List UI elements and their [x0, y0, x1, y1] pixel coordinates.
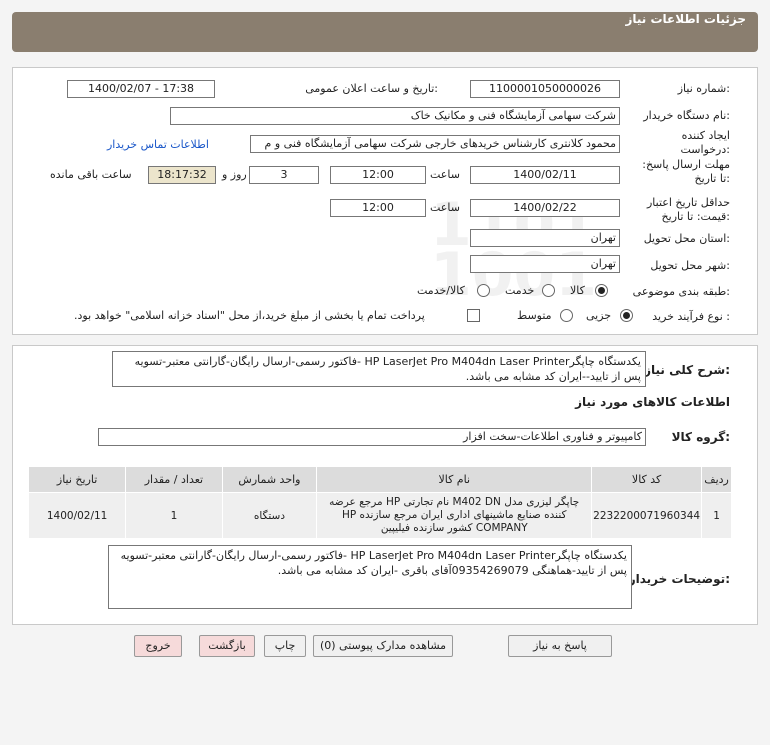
days-field: 3: [249, 166, 319, 184]
announce-label: تاریخ و ساعت اعلان عمومی:: [305, 82, 438, 95]
category-radio-service[interactable]: [542, 284, 555, 297]
cell-name: چاپگر لیزری مدل M402 DN نام تجارتی HP مر…: [316, 492, 593, 539]
col-unit: واحد شمارش: [221, 466, 318, 493]
reply-time-label: ساعت: [430, 168, 460, 181]
purchase-minor-label: جزیی: [586, 309, 612, 322]
purchase-medium-label: متوسط: [517, 309, 552, 322]
reply-time-field: 12:00: [330, 166, 426, 184]
buyer-contact-link[interactable]: اطلاعات تماس خریدار: [107, 138, 209, 151]
goods-group-field: کامپیوتر و فناوری اطلاعات-سخت افزار: [98, 428, 646, 446]
description-text: یکدستگاه چاپگرHP LaserJet Pro M404dn Las…: [112, 351, 646, 387]
buyer-notes-text: یکدستگاه چاپگرHP LaserJet Pro M404dn Las…: [108, 545, 632, 609]
reply-date-field: 1400/02/11: [470, 166, 620, 184]
col-name: نام کالا: [316, 466, 593, 493]
need-number-label: شماره نیاز:: [677, 82, 730, 95]
validity-date-field: 1400/02/22: [470, 199, 620, 217]
city-label: شهر محل تحویل:: [650, 259, 730, 272]
validity-time-label: ساعت: [430, 201, 460, 214]
days-label: روز و: [222, 168, 247, 181]
goods-section-title: اطلاعات کالاهای مورد نیاز: [575, 395, 730, 409]
category-goods-label: کالا: [570, 284, 585, 297]
need-number-field: 1100001050000026: [470, 80, 620, 98]
goods-table: ردیف کد کالا نام کالا واحد شمارش تعداد /…: [27, 466, 732, 539]
category-radio-both[interactable]: [477, 284, 490, 297]
province-field: تهران: [470, 229, 620, 247]
table-row: 1 2232200071960344 چاپگر لیزری مدل M402 …: [27, 492, 732, 539]
cell-index: 1: [701, 492, 732, 539]
purchase-type-label: نوع فرآیند خرید :: [652, 310, 730, 323]
cell-qty: 1: [125, 492, 223, 539]
buyer-notes-label: توضیحات خریدار:: [628, 572, 730, 586]
category-service-label: خدمت: [505, 284, 535, 297]
remaining-time-field: 18:17:32: [148, 166, 216, 184]
city-field: تهران: [470, 255, 620, 273]
purchase-radio-medium[interactable]: [560, 309, 573, 322]
cell-unit: دستگاه: [221, 492, 318, 539]
announce-field: 1400/02/07 - 17:38: [67, 80, 215, 98]
validity-time-field: 12:00: [330, 199, 426, 217]
watermark-logo: 1001: [430, 240, 597, 310]
category-label: طبقه بندی موضوعی:: [632, 285, 730, 298]
cell-code: 2232200071960344: [591, 492, 703, 539]
buyer-org-field: شرکت سهامی آزمایشگاه فنی و مکانیک خاک: [170, 107, 620, 125]
category-radio-goods[interactable]: [595, 284, 608, 297]
payment-note: پرداخت تمام یا بخشی از مبلغ خرید،از محل …: [74, 309, 425, 322]
description-label: شرح کلی نیاز:: [644, 363, 730, 377]
reply-button[interactable]: پاسخ به نیاز: [508, 635, 612, 657]
col-date: تاریخ نیاز: [27, 466, 127, 493]
col-index: ردیف: [701, 466, 732, 493]
exit-button[interactable]: خروج: [134, 635, 182, 657]
back-button[interactable]: بازگشت: [199, 635, 255, 657]
price-validity-label: حداقل تاریخ اعتبار قیمت: تا تاریخ:: [646, 196, 730, 223]
creator-field: محمود کلانتری کارشناس خریدهای خارجی شرکت…: [250, 135, 620, 153]
creator-label: ایجاد کننده درخواست:: [680, 129, 731, 156]
view-attachments-button[interactable]: مشاهده مدارک پیوستی (0): [313, 635, 453, 657]
buyer-org-label: نام دستگاه خریدار:: [643, 109, 730, 122]
treasury-checkbox[interactable]: [467, 309, 480, 322]
col-qty: تعداد / مقدار: [125, 466, 223, 493]
province-label: استان محل تحویل:: [643, 232, 730, 245]
page-title: جزئیات اطلاعات نیاز: [625, 12, 746, 26]
col-code: کد کالا: [591, 466, 703, 493]
reply-deadline-label: مهلت ارسال پاسخ: تا تاریخ:: [642, 158, 730, 185]
category-both-label: کالا/خدمت: [417, 284, 465, 297]
purchase-radio-minor[interactable]: [620, 309, 633, 322]
cell-date: 1400/02/11: [27, 492, 127, 539]
remaining-label: ساعت باقی مانده: [50, 168, 132, 181]
print-button[interactable]: چاپ: [264, 635, 306, 657]
goods-group-label: گروه کالا:: [671, 430, 730, 444]
